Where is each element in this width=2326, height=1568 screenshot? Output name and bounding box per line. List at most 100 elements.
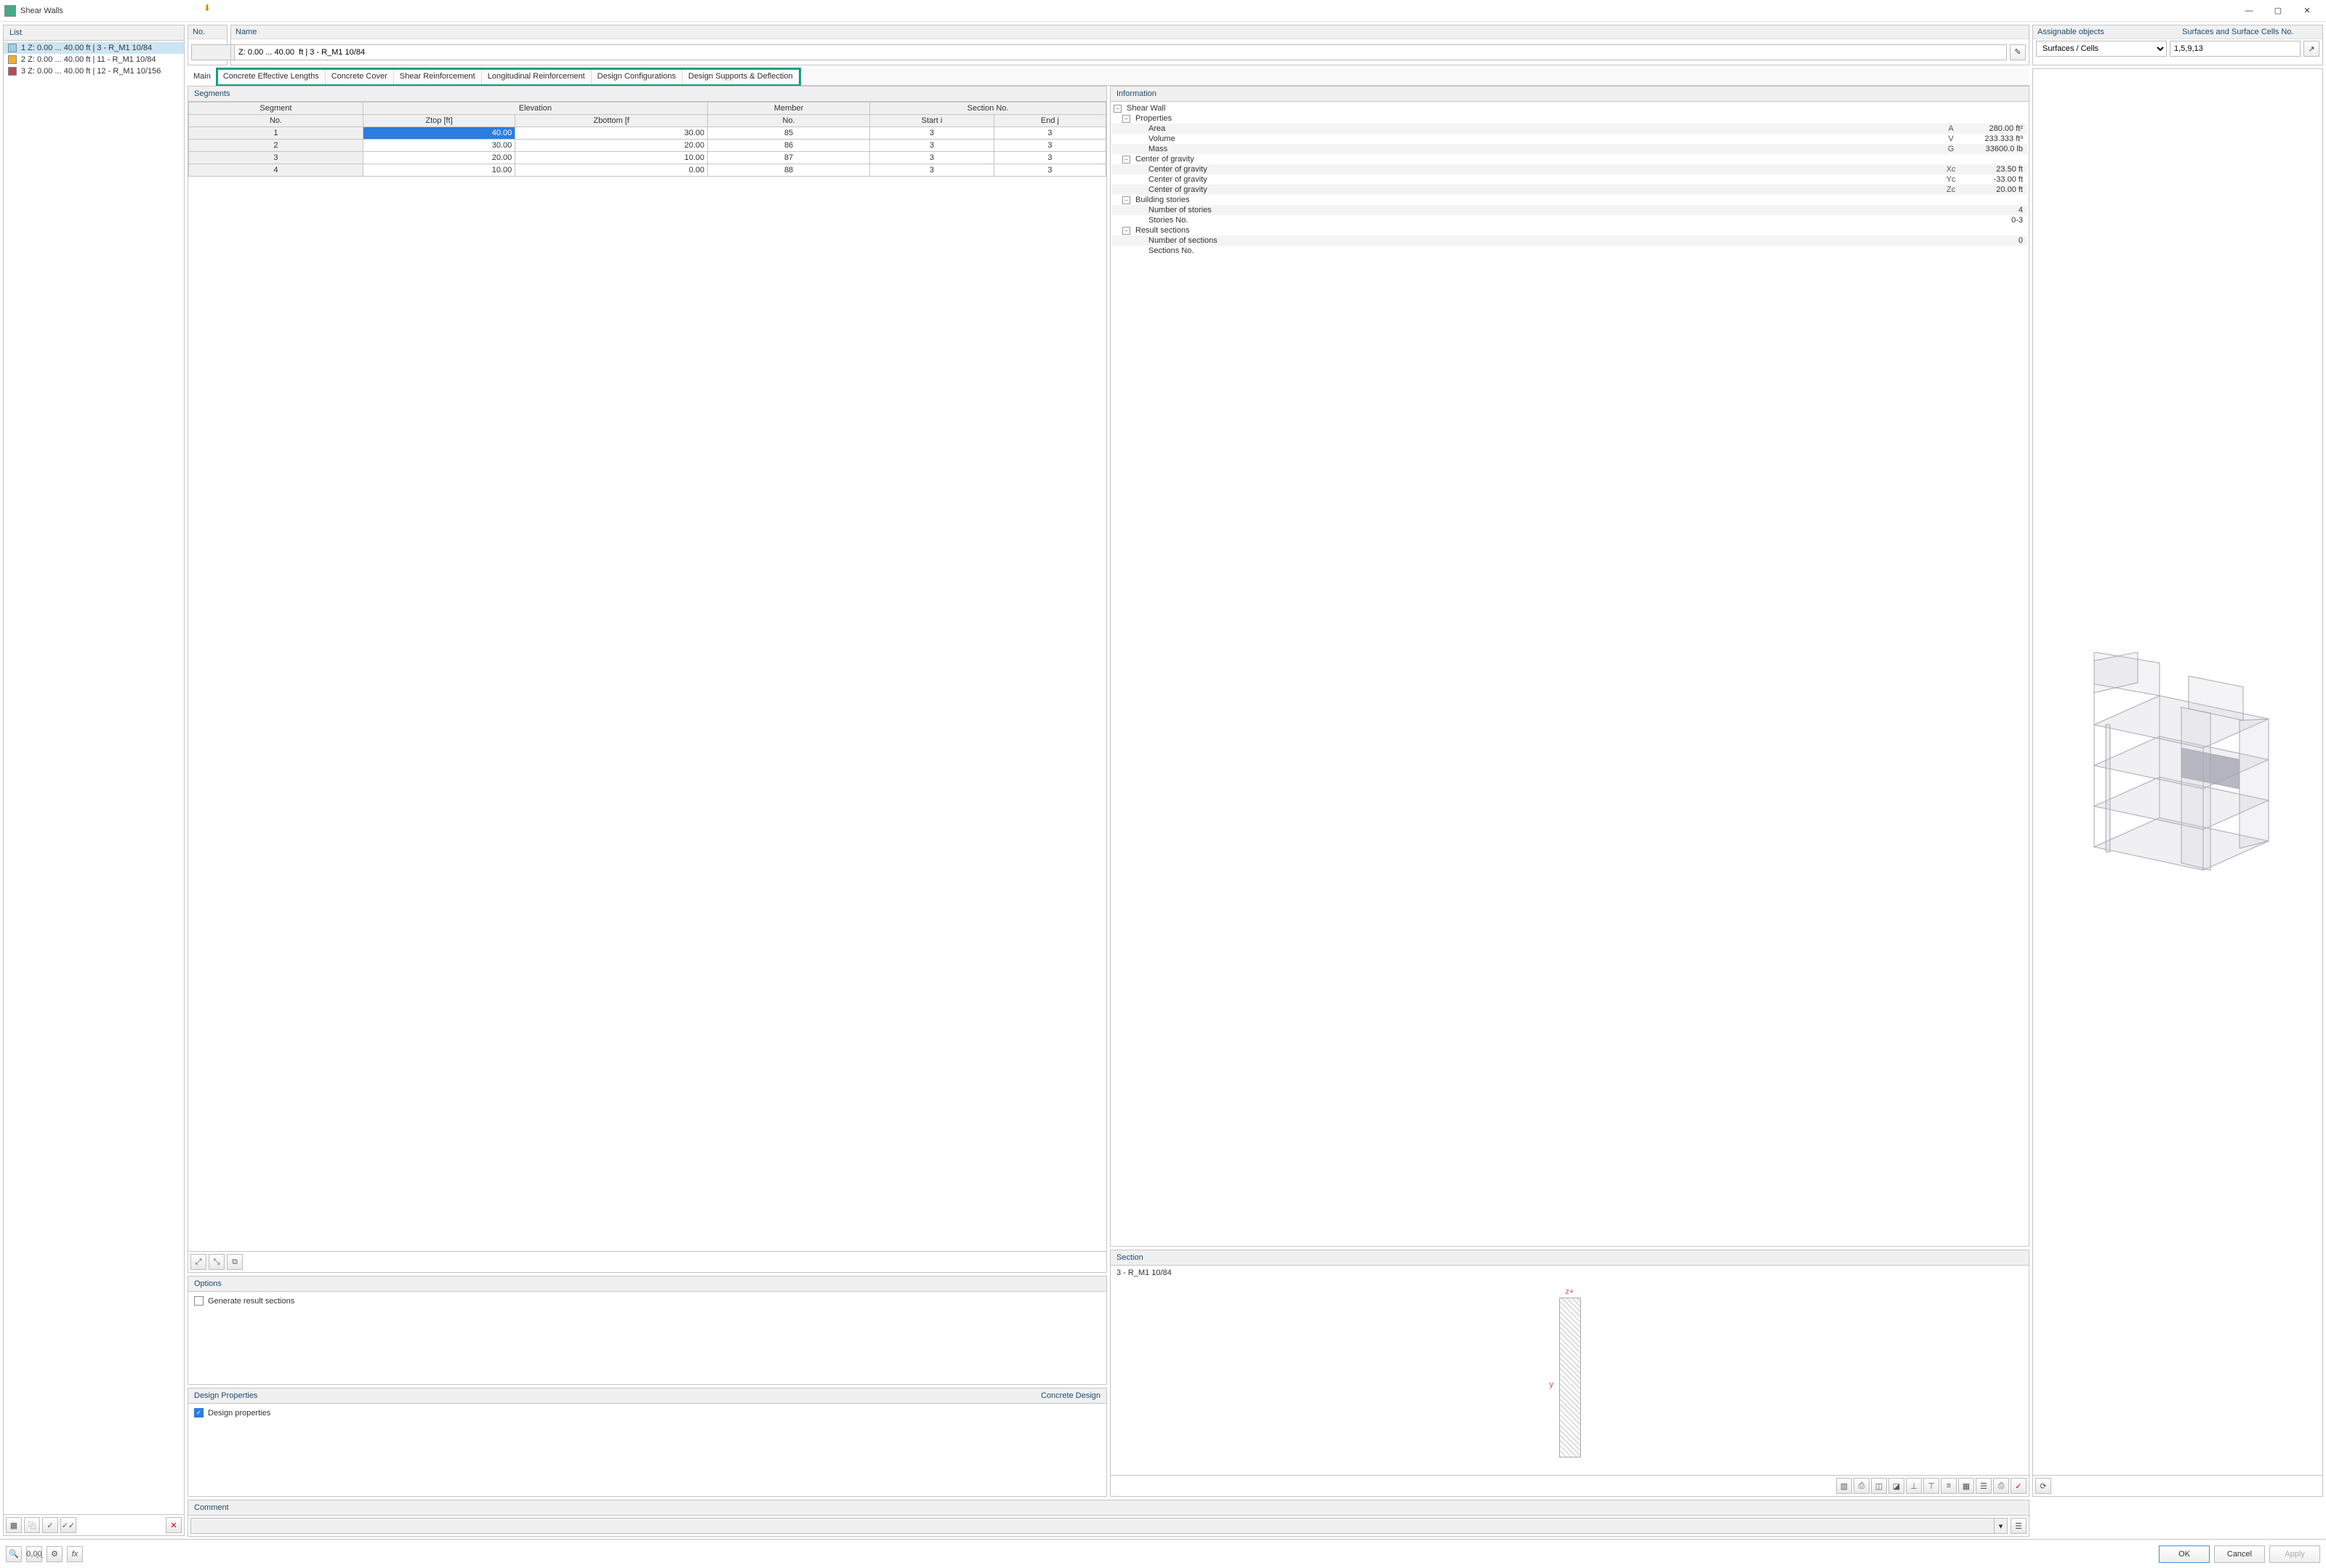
design-props-label: Design properties [208,1409,270,1418]
tab-concrete-cover[interactable]: Concrete Cover [326,68,394,85]
units-icon[interactable]: 0,0̱0̱ [26,1546,42,1562]
gen-result-checkbox[interactable] [194,1296,204,1306]
list-item-label: 1 Z: 0.00 ... 40.00 ft | 3 - R_M1 10/84 [21,44,152,52]
sect-tool-c[interactable]: ⊥ [1906,1478,1922,1494]
section-header: Section [1111,1250,2029,1266]
name-cell: Name ✎ [230,25,2029,65]
help-icon[interactable]: 🔍 [6,1546,22,1562]
no-label: No. [188,25,227,39]
arrow-indicator: ⬇ [204,3,211,13]
list-tool-copy[interactable]: ⿻ [24,1517,40,1533]
list-item-label: 2 Z: 0.00 ... 40.00 ft | 11 - R_M1 10/84 [21,55,156,64]
model-isometric [2065,652,2290,892]
sect-tool-e[interactable]: ≡ [1941,1478,1957,1494]
apply-button[interactable]: Apply [2269,1545,2320,1563]
table-row[interactable]: 230.0020.008633 [189,140,1106,152]
tab-main[interactable]: Main [188,68,217,86]
collapse-icon[interactable]: − [1122,115,1130,123]
comment-combo[interactable]: ▾ [190,1518,2008,1534]
collapse-icon[interactable]: − [1122,196,1130,204]
table-row[interactable]: 320.0010.008733 [189,152,1106,164]
list-item-0[interactable]: 1 Z: 0.00 ... 40.00 ft | 3 - R_M1 10/84 [4,42,184,54]
sect-tool-b[interactable]: ◪ [1888,1478,1904,1494]
tab-strip: MainConcrete Effective LengthsConcrete C… [188,68,2029,86]
list-tool-check[interactable]: ✓ [42,1517,58,1533]
comment-input[interactable] [191,1519,1994,1533]
edit-name-icon[interactable]: ✎ [2010,44,2026,60]
fx-icon[interactable]: fx [67,1546,83,1562]
surfaces-label: Surfaces and Surface Cells No. [2178,25,2322,39]
design-right-label: Concrete Design [1041,1391,1100,1400]
section-rect [1559,1298,1581,1458]
sect-tool-list[interactable]: ☰ [1976,1478,1992,1494]
options-header: Options [188,1276,1106,1292]
sect-tool-view[interactable]: ▥ [1836,1478,1852,1494]
viewport-panel: ⟳ [2032,68,2323,1497]
list-panel: List 1 Z: 0.00 ... 40.00 ft | 3 - R_M1 1… [3,25,185,1536]
sect-tool-grid[interactable]: ▦ [1958,1478,1974,1494]
tab-design-supports-deflection[interactable]: Design Supports & Deflection [683,68,800,85]
surfaces-input[interactable] [2170,41,2301,57]
sect-tool-lock[interactable]: ⎙ [1854,1478,1870,1494]
list-item-2[interactable]: 3 Z: 0.00 ... 40.00 ft | 12 - R_M1 10/15… [4,65,184,77]
z-axis-label: z+ [1566,1287,1574,1296]
list-tool-delete[interactable]: ✕ [166,1517,182,1533]
info-row: Stories No.0-3 [1112,215,2027,225]
comment-header: Comment [188,1500,2029,1516]
tab-design-configurations[interactable]: Design Configurations [592,68,683,85]
table-row[interactable]: 140.0030.008533 [189,127,1106,140]
chevron-down-icon[interactable]: ▾ [1994,1519,2007,1533]
sect-tool-a[interactable]: ◫ [1871,1478,1887,1494]
list-item-1[interactable]: 2 Z: 0.00 ... 40.00 ft | 11 - R_M1 10/84 [4,54,184,65]
collapse-icon[interactable]: − [1122,156,1130,164]
sect-tool-print[interactable]: ⎙ [1993,1478,2009,1494]
comment-edit-icon[interactable]: ☰ [2011,1518,2027,1534]
viewport-tool[interactable]: ⟳ [2035,1478,2051,1494]
viewport-3d[interactable] [2033,69,2322,1475]
segments-table[interactable]: SegmentElevationMemberSection No.No.Ztop… [188,102,1106,177]
seg-tool-2[interactable]: ⤡ [209,1254,225,1270]
info-row: MassG33600.0 lb [1112,144,2027,154]
close-button[interactable]: ✕ [2293,2,2322,20]
name-input[interactable] [234,44,2007,60]
swatch-icon [8,55,17,64]
section-name: 3 - R_M1 10/84 [1111,1266,2029,1280]
sect-tool-ok[interactable]: ✓ [2011,1478,2027,1494]
info-row: Center of gravityYc-33.00 ft [1112,174,2027,185]
options-panel: Options Generate result sections [188,1276,1107,1385]
tab-concrete-effective-lengths[interactable]: Concrete Effective Lengths [217,68,326,85]
ok-button[interactable]: OK [2159,1545,2210,1563]
seg-tool-3[interactable]: ⧉ [227,1254,243,1270]
list-item-label: 3 Z: 0.00 ... 40.00 ft | 12 - R_M1 10/15… [21,67,161,76]
table-row[interactable]: 410.000.008833 [189,164,1106,177]
tab-longitudinal-reinforcement[interactable]: Longitudinal Reinforcement [482,68,592,85]
section-view[interactable]: z+ y [1111,1280,2029,1475]
name-label: Name [231,25,2029,39]
segments-panel: Segments SegmentElevationMemberSection N… [188,86,1107,1273]
cancel-button[interactable]: Cancel [2214,1545,2265,1563]
minimize-button[interactable]: — [2234,2,2263,20]
section-panel: Section 3 - R_M1 10/84 z+ y ▥ ⎙ [1110,1250,2029,1497]
app-icon [4,5,16,17]
design-props-checkbox[interactable]: ✓ [194,1408,204,1418]
maximize-button[interactable]: ▢ [2263,2,2293,20]
list-header: List [4,25,184,41]
info-row: Number of sections0 [1112,236,2027,246]
assignable-label: Assignable objects [2033,25,2178,39]
info-row: Center of gravityXc23.50 ft [1112,164,2027,174]
comment-panel: Comment ▾ ☰ [188,1500,2029,1537]
list-tool-checkall[interactable]: ✓✓ [60,1517,76,1533]
model-icon[interactable]: ⚙ [47,1546,63,1562]
swatch-icon [8,44,17,52]
title-bar: Shear Walls — ▢ ✕ [0,0,2326,22]
no-cell: No. [188,25,228,65]
list-tool-new[interactable]: ▦ [6,1517,22,1533]
sect-tool-d[interactable]: ⊤ [1923,1478,1939,1494]
segments-header: Segments [188,87,1106,102]
collapse-icon[interactable]: − [1122,227,1130,235]
seg-tool-1[interactable]: ⤢ [190,1254,206,1270]
collapse-icon[interactable]: − [1114,105,1122,113]
tab-shear-reinforcement[interactable]: Shear Reinforcement [394,68,482,85]
pick-surfaces-icon[interactable]: ↗ [2303,41,2319,57]
assignable-select[interactable]: Surfaces / Cells [2036,41,2167,57]
